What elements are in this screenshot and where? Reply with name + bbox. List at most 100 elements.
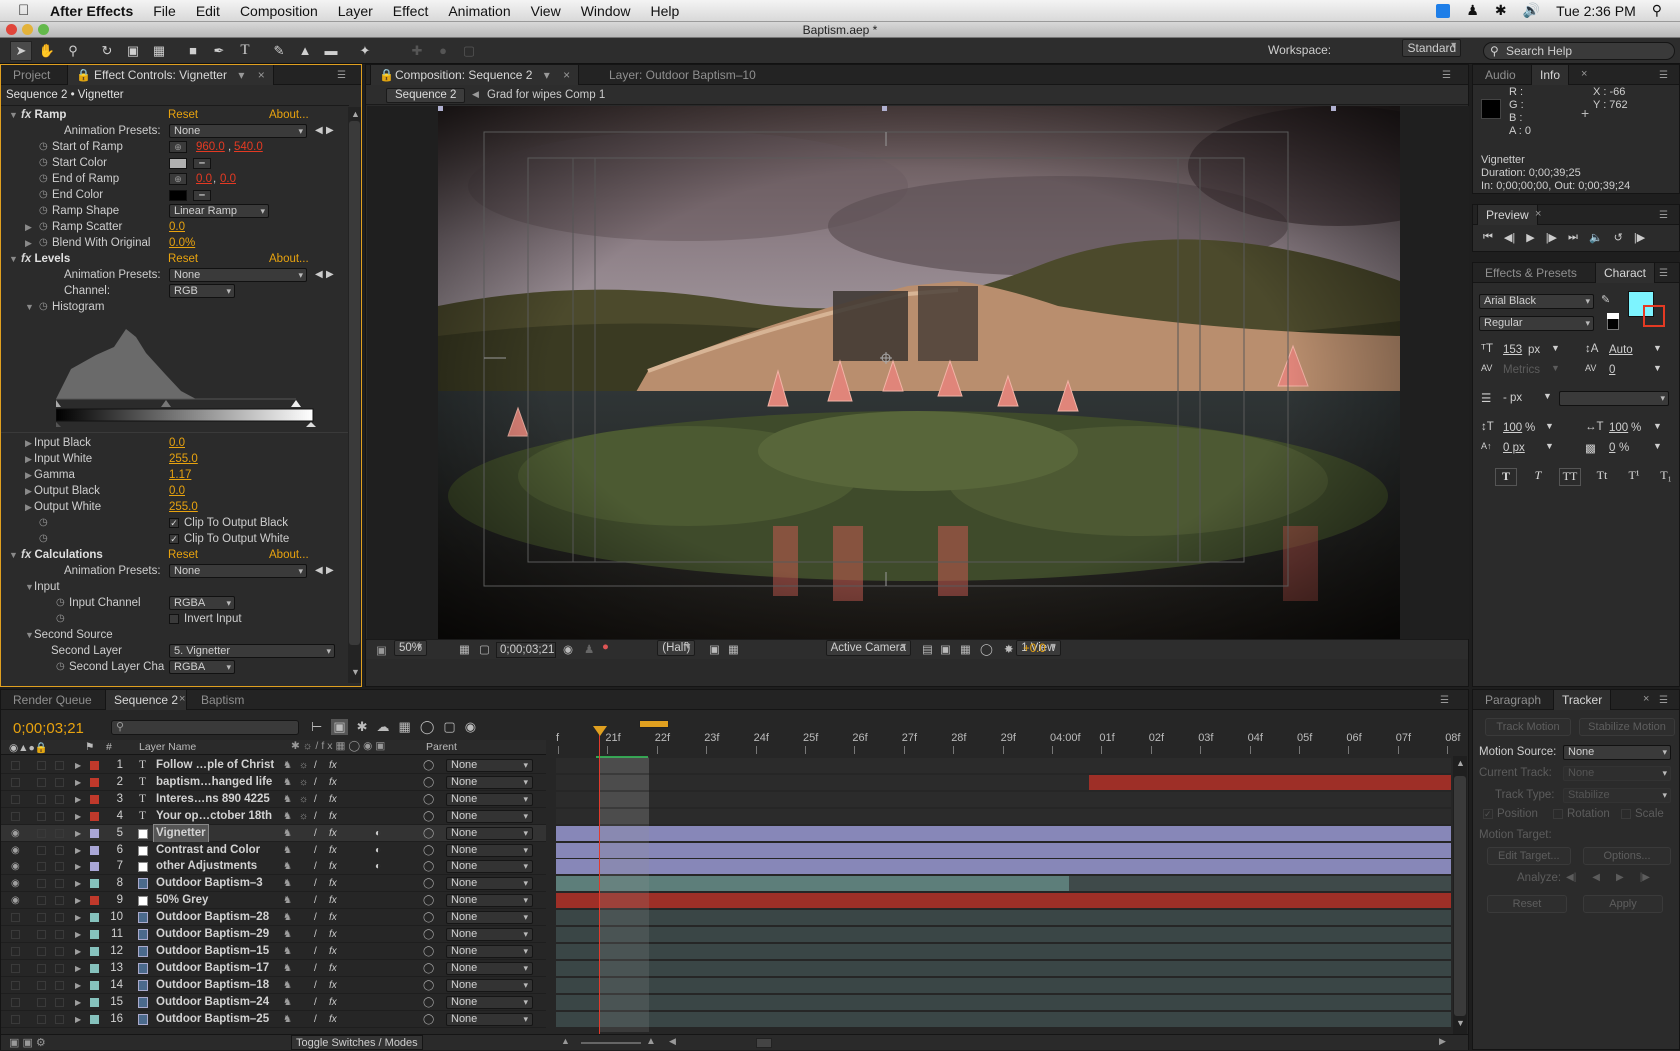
show-snapshot-icon[interactable]: ♟ [584, 642, 594, 656]
layer-name[interactable]: Your op…ctober 18th [156, 808, 272, 825]
visibility-eye-icon[interactable]: ◉ [11, 875, 20, 892]
stroke-width-value[interactable]: - px [1503, 392, 1522, 404]
timeline-layer-row[interactable]: ◉ ▶ 9 50% Grey ♞ / fx ◯ None [1, 892, 1680, 910]
breadcrumb-grad-comp[interactable]: Grad for wipes Comp 1 [487, 89, 605, 101]
timeline-zoom-slider[interactable] [581, 1042, 641, 1044]
twirl-closed-icon[interactable]: ▶ [25, 467, 32, 483]
effect-switch-icon[interactable]: fx [329, 875, 337, 892]
kerning-value[interactable]: Metrics [1503, 364, 1540, 376]
axis-mode-icon[interactable]: ✚ [406, 41, 428, 61]
timeline-layer-row[interactable]: ▶ 10 Outdoor Baptism–28 ♞ / fx ◯ None [1, 909, 1680, 927]
twirl-closed-icon[interactable]: ▶ [25, 483, 32, 499]
twirl-closed-icon[interactable]: ▶ [75, 1011, 81, 1028]
vertical-scale-value[interactable]: 100 [1503, 422, 1522, 434]
eraser-tool-icon[interactable]: ▬ [320, 41, 342, 61]
label-color-swatch[interactable] [90, 777, 99, 787]
twirl-closed-icon[interactable]: ▶ [75, 977, 81, 994]
parent-dropdown[interactable]: None [446, 792, 533, 806]
label-color-swatch[interactable] [90, 794, 99, 804]
stopwatch-icon[interactable]: ◷ [39, 219, 48, 235]
scroll-down-icon[interactable]: ▼ [1456, 1018, 1465, 1028]
effect-switch-icon[interactable]: fx [329, 994, 337, 1011]
channel-rgb-icon[interactable]: ● [602, 641, 609, 653]
comp-flowchart-icon[interactable]: ▦ [960, 642, 971, 656]
reset-button[interactable]: Reset [1487, 895, 1567, 913]
visibility-box[interactable] [11, 980, 20, 990]
lock-box[interactable] [55, 879, 64, 889]
parent-dropdown[interactable]: None [446, 961, 533, 975]
layer-track[interactable] [556, 1011, 1451, 1027]
pick-whip-icon[interactable]: ◯ [423, 977, 434, 994]
second-layer-channel-dropdown[interactable]: RGBA [169, 660, 235, 674]
panel-menu-icon[interactable]: ☰ [1659, 695, 1673, 706]
shy-switch-icon[interactable]: ♞ [283, 926, 292, 943]
rotation-tool-icon[interactable]: ↻ [96, 41, 118, 61]
scrollbar-thumb[interactable] [349, 121, 360, 645]
timeline-layer-row[interactable]: ▶ 14 Outdoor Baptism–18 ♞ / fx ◯ None [1, 976, 1680, 994]
tab-project[interactable]: Project [5, 65, 58, 85]
label-color-swatch[interactable] [90, 896, 99, 906]
menu-file[interactable]: File [153, 3, 176, 19]
layer-track[interactable] [556, 859, 1451, 875]
faux-italic-button[interactable]: T [1527, 468, 1549, 486]
parent-dropdown[interactable]: None [446, 1012, 533, 1026]
solo-box[interactable] [37, 1014, 46, 1024]
timeline-layer-row[interactable]: ◉ ▶ 5 Vignetter ♞ / fx ◐ ◯ None [1, 823, 1680, 843]
label-color-swatch[interactable] [90, 913, 99, 923]
shy-switch-icon[interactable]: ♞ [283, 960, 292, 977]
twirl-closed-icon[interactable]: ▶ [75, 926, 81, 943]
lock-box[interactable] [55, 828, 64, 838]
stopwatch-icon[interactable]: ◷ [39, 171, 48, 187]
analyze-backward-icon[interactable]: ◀ [1592, 872, 1600, 883]
channel-dropdown[interactable]: RGB [169, 284, 235, 298]
pick-whip-icon[interactable]: ◯ [423, 774, 434, 791]
label-color-swatch[interactable] [90, 1014, 99, 1024]
position-checkbox[interactable]: ✓ [1483, 809, 1493, 819]
menu-view[interactable]: View [531, 3, 561, 19]
visibility-box[interactable] [11, 811, 20, 821]
calc-about-link[interactable]: About... [269, 547, 309, 563]
menu-edit[interactable]: Edit [196, 3, 220, 19]
solo-box[interactable] [37, 963, 46, 973]
chevron-down-icon[interactable]: ▼ [1543, 391, 1552, 401]
twirl-closed-icon[interactable]: ▶ [75, 909, 81, 926]
tab-composition[interactable]: 🔒 Composition: Sequence 2 ▾ × [370, 65, 580, 85]
tab-preview[interactable]: Preview [1477, 205, 1538, 225]
quality-switch-icon[interactable]: / [314, 909, 317, 926]
lock-box[interactable] [55, 777, 64, 787]
chevron-down-icon[interactable]: ▼ [1653, 343, 1662, 353]
horizontal-scrollbar-thumb[interactable] [756, 1038, 772, 1048]
playhead-icon[interactable] [593, 726, 607, 736]
shy-switch-icon[interactable]: ♞ [283, 943, 292, 960]
label-color-swatch[interactable] [90, 811, 99, 821]
twirl-open-icon[interactable]: ▼ [9, 107, 18, 123]
twirl-closed-icon[interactable]: ▶ [75, 943, 81, 960]
calc-presets-dropdown[interactable]: None [169, 564, 307, 578]
prev-preset-icon[interactable]: ◀ [315, 563, 323, 579]
effect-switch-icon[interactable]: fx [329, 774, 337, 791]
parent-dropdown[interactable]: None [446, 877, 533, 891]
layer-name[interactable]: other Adjustments [156, 858, 257, 875]
tab-effect-controls[interactable]: 🔒 Effect Controls: Vignetter ▾ × [67, 65, 274, 85]
fast-previews-icon[interactable]: ▣ [709, 642, 720, 656]
chevron-down-icon[interactable]: ▼ [1545, 441, 1554, 451]
collapse-switch-icon[interactable]: ☼ [299, 808, 308, 825]
next-preset-icon[interactable]: ▶ [326, 267, 334, 283]
solo-box[interactable] [37, 862, 46, 872]
toggle-pixel-aspect-icon[interactable]: ▤ [922, 642, 933, 656]
chevron-down-icon[interactable]: ▾ [238, 68, 244, 82]
invert-input-checkbox[interactable] [169, 614, 179, 624]
motion-blur-icon[interactable]: ◯ [420, 719, 435, 735]
layer-track[interactable] [556, 960, 1451, 976]
tab-baptism[interactable]: Baptism [193, 690, 252, 710]
end-of-ramp-y[interactable]: 0.0 [220, 171, 236, 187]
stopwatch-icon[interactable]: ◷ [56, 659, 65, 675]
layer-handle[interactable] [438, 106, 443, 111]
solo-box[interactable] [37, 946, 46, 956]
menu-animation[interactable]: Animation [448, 3, 510, 19]
quality-switch-icon[interactable]: / [314, 791, 317, 808]
title-action-safe-icon[interactable]: ▢ [479, 642, 490, 656]
effect-switch-icon[interactable]: fx [329, 977, 337, 994]
label-color-swatch[interactable] [90, 980, 99, 990]
parent-dropdown[interactable]: None [446, 759, 533, 772]
